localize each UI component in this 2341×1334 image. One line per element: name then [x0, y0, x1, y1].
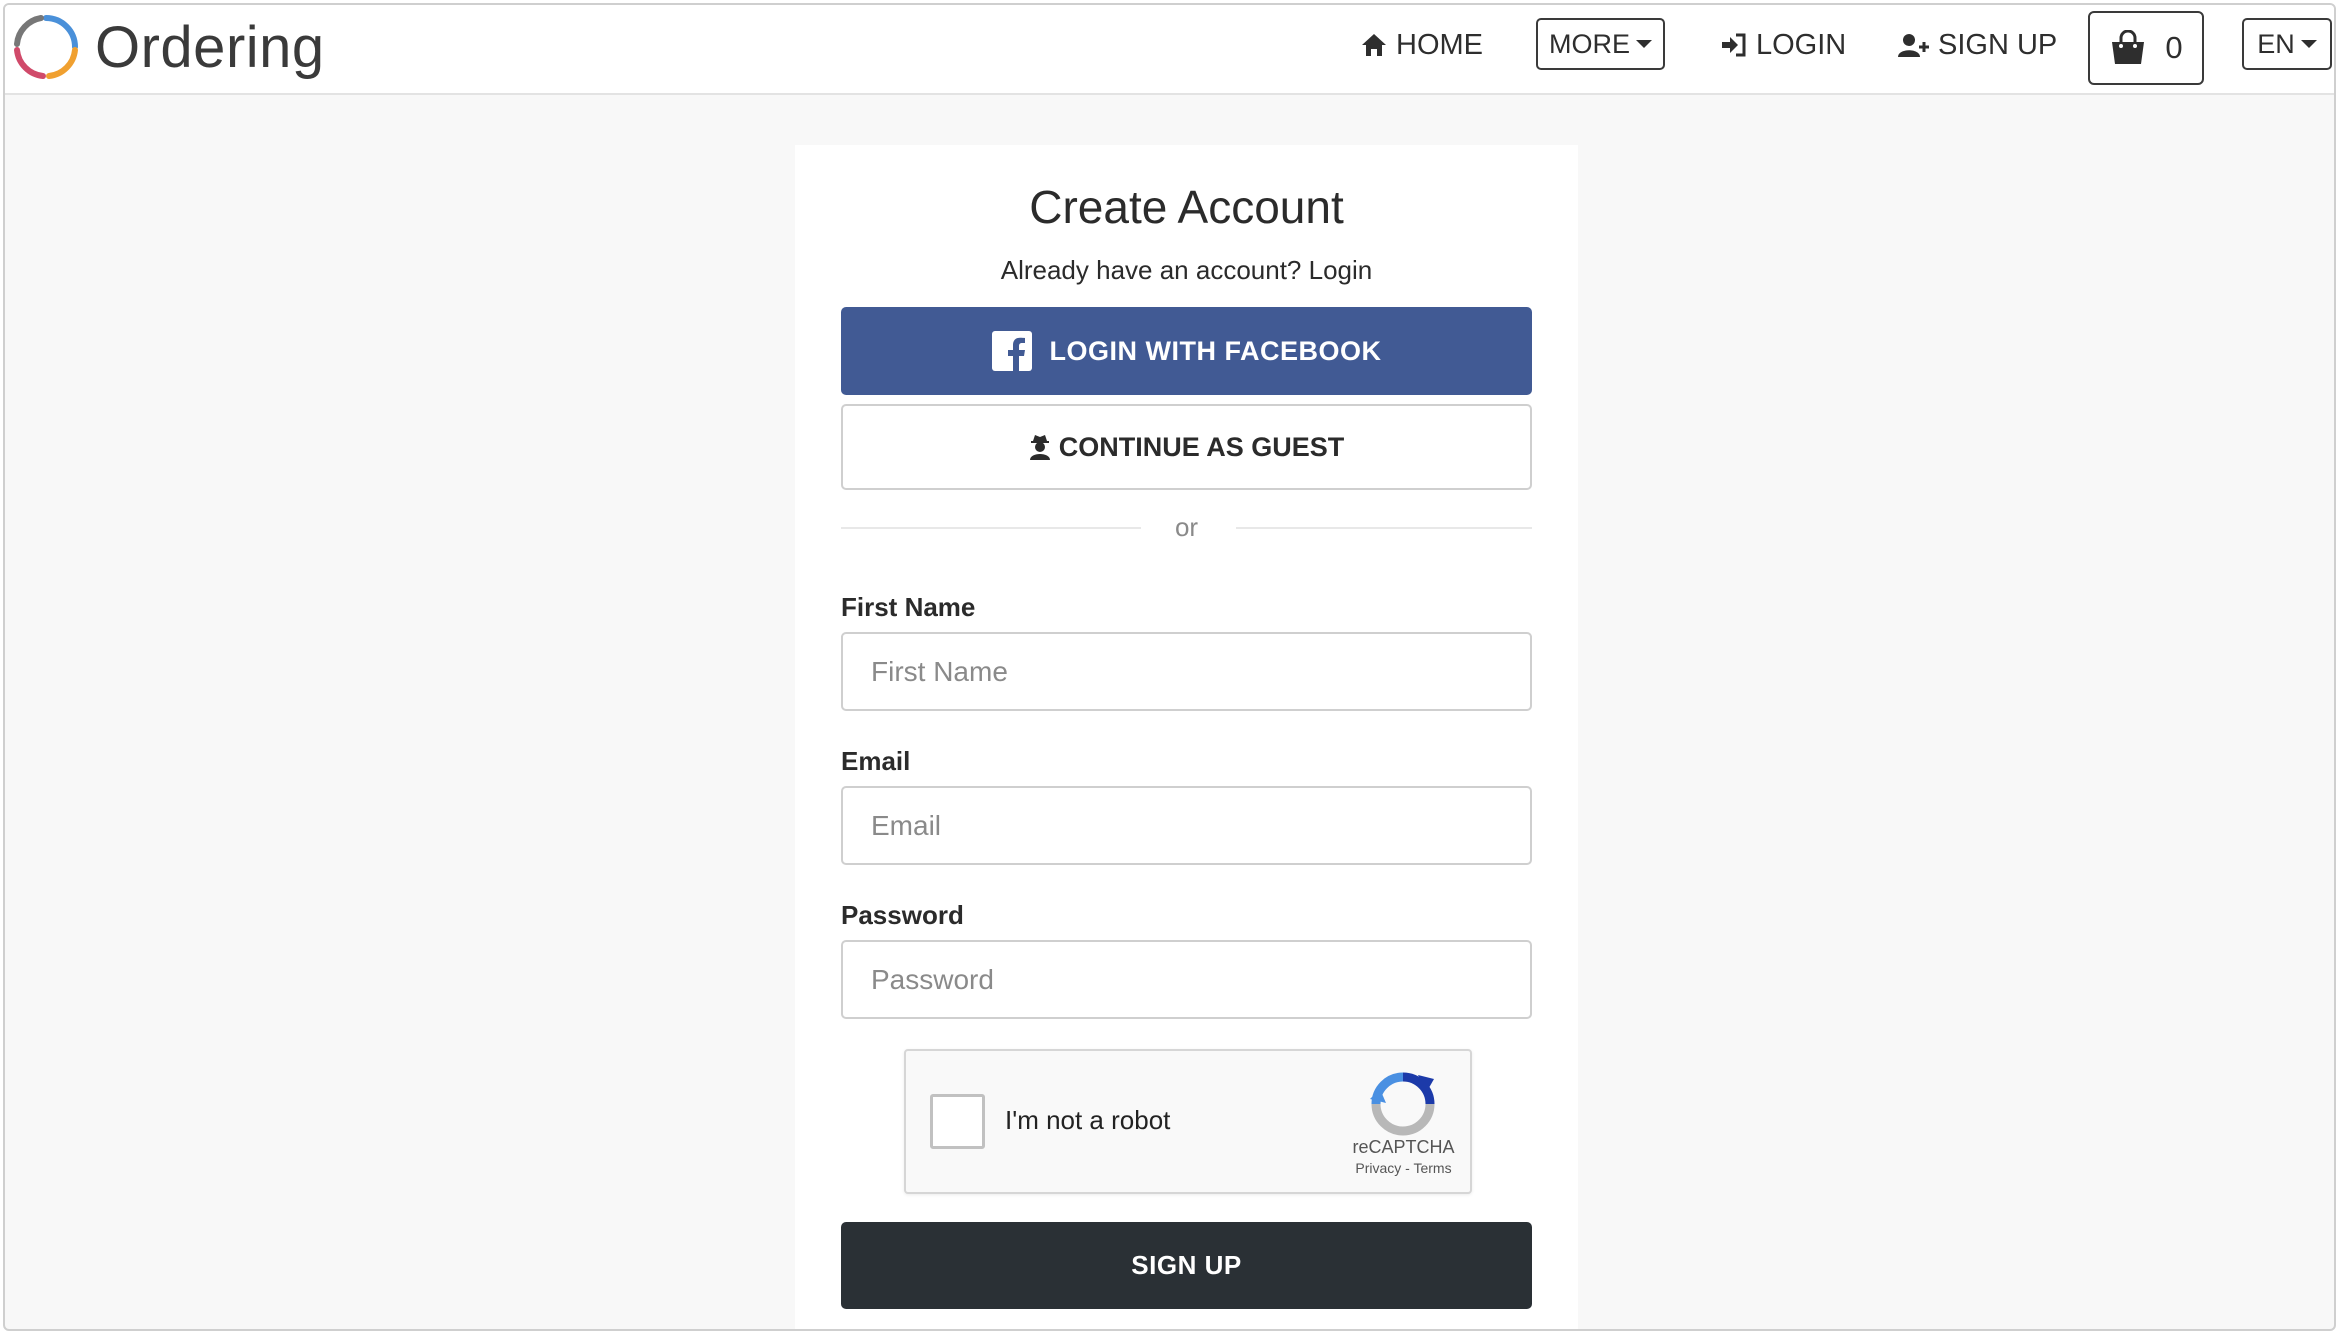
nav-login-label: LOGIN — [1756, 28, 1847, 61]
header: Ordering HOME MORE LOGIN SIGN UP 0 EN — [5, 5, 2334, 95]
nav-signup-label: SIGN UP — [1938, 28, 2058, 61]
recaptcha-label: I'm not a robot — [1005, 1105, 1171, 1135]
nav-signup-link[interactable]: SIGN UP — [1898, 23, 2057, 67]
login-prompt: Already have an account? Login — [795, 255, 1578, 286]
recaptcha-terms-link[interactable]: Terms — [1413, 1160, 1451, 1176]
more-label: MORE — [1549, 28, 1630, 59]
page-title: Create Account — [1029, 181, 1344, 233]
facebook-icon — [991, 331, 1032, 371]
email-input[interactable] — [841, 786, 1532, 865]
facebook-login-label: LOGIN WITH FACEBOOK — [1049, 335, 1382, 366]
cart-count: 0 — [2165, 30, 2183, 65]
home-icon — [1362, 34, 1386, 56]
guest-label: CONTINUE AS GUEST — [1058, 431, 1345, 462]
nav-home-link[interactable]: HOME — [1360, 23, 1483, 67]
logo-ring-icon — [14, 15, 78, 79]
cart-button[interactable]: 0 — [2088, 11, 2204, 85]
logo[interactable]: Ordering — [11, 11, 325, 83]
or-divider: or — [841, 512, 1532, 542]
sign-in-icon — [1722, 33, 1746, 57]
facebook-login-button[interactable]: LOGIN WITH FACEBOOK — [841, 307, 1532, 395]
recaptcha-links: Privacy - Terms — [1336, 1160, 1471, 1176]
password-label: Password — [841, 900, 964, 930]
first-name-label: First Name — [841, 592, 976, 622]
recaptcha-separator: - — [1405, 1160, 1410, 1176]
recaptcha-checkbox[interactable] — [930, 1094, 985, 1149]
email-label: Email — [841, 746, 911, 776]
signup-card: Create Account Already have an account? … — [795, 145, 1578, 1329]
recaptcha-privacy-link[interactable]: Privacy — [1355, 1160, 1401, 1176]
first-name-input[interactable] — [841, 632, 1532, 711]
signup-submit-button[interactable]: SIGN UP — [841, 1222, 1532, 1309]
login-link[interactable]: Login — [1309, 255, 1373, 285]
language-dropdown-button[interactable]: EN — [2242, 18, 2332, 70]
login-prompt-text: Already have an account? — [1000, 255, 1302, 285]
language-label: EN — [2257, 28, 2295, 59]
nav-login-link[interactable]: LOGIN — [1720, 23, 1846, 67]
signup-submit-label: SIGN UP — [1131, 1250, 1242, 1280]
caret-down-icon — [1636, 40, 1652, 48]
divider-line-right — [1236, 527, 1532, 529]
user-plus-icon — [1898, 34, 1929, 57]
recaptcha-widget: I'm not a robot reCAPTCHA Privacy - Term… — [904, 1049, 1472, 1194]
more-dropdown-button[interactable]: MORE — [1536, 18, 1665, 70]
caret-down-icon — [2300, 40, 2317, 48]
continue-as-guest-button[interactable]: CONTINUE AS GUEST — [841, 404, 1532, 490]
user-secret-icon — [1029, 435, 1050, 460]
logo-text: Ordering — [95, 14, 325, 80]
shopping-bag-icon — [2112, 30, 2145, 64]
recaptcha-brand: reCAPTCHA — [1352, 1137, 1455, 1157]
app-window: Ordering HOME MORE LOGIN SIGN UP 0 EN Cr… — [3, 3, 2336, 1331]
recaptcha-icon — [1370, 1072, 1435, 1136]
nav-home-label: HOME — [1396, 28, 1483, 61]
password-input[interactable] — [841, 940, 1532, 1019]
